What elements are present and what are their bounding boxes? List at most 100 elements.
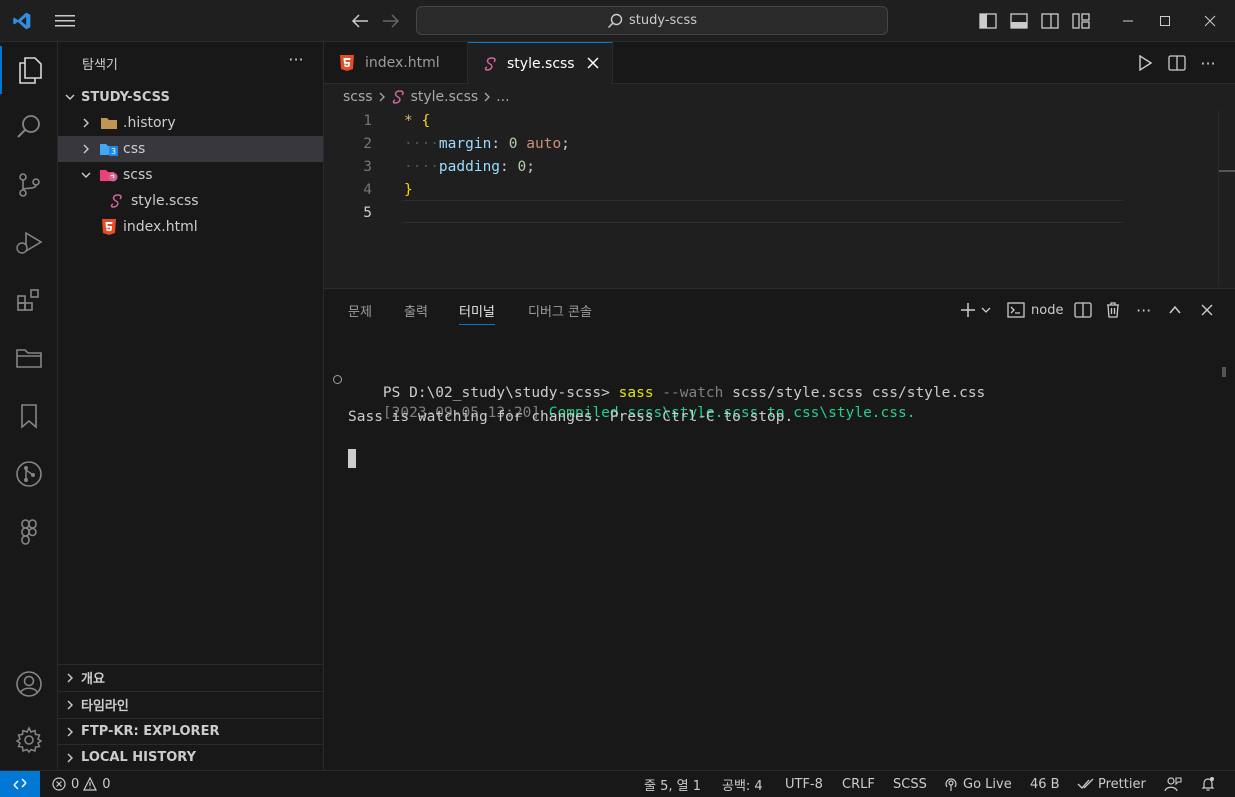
tree-item-css[interactable]: 3 css [58, 136, 323, 162]
tree-item-history[interactable]: .history [58, 110, 323, 136]
line-number: 1 [363, 112, 372, 129]
trash-icon[interactable] [1105, 298, 1121, 322]
command-decoration-icon[interactable] [333, 375, 342, 384]
activity-bar [0, 42, 58, 770]
whitespace-marker: ···· [404, 135, 439, 152]
problems-indicator[interactable]: 0 0 [52, 771, 111, 797]
maximize-panel-icon[interactable] [1168, 298, 1182, 322]
toggle-sidebar-icon[interactable] [976, 0, 1000, 42]
plus-icon [961, 303, 975, 317]
panel-more-icon[interactable]: ··· [1136, 298, 1151, 322]
whitespace-marker: ···· [404, 158, 439, 175]
terminal-selector[interactable]: node [1007, 298, 1063, 322]
title-bar: study-scss [0, 0, 1235, 42]
notifications-bell-icon[interactable] [1200, 771, 1216, 797]
line-ending[interactable]: CRLF [842, 771, 875, 797]
token-number: 0 [517, 158, 527, 175]
tab-label: index.html [365, 55, 440, 71]
figma-icon[interactable] [0, 508, 58, 556]
section-timeline[interactable]: 타임라인 [58, 691, 323, 717]
account-icon[interactable] [0, 660, 58, 708]
new-terminal-button[interactable] [960, 298, 992, 322]
file-size: 46 B [1030, 776, 1060, 792]
menu-icon[interactable] [50, 0, 80, 42]
bookmark-icon[interactable] [0, 392, 58, 440]
section-local-history[interactable]: LOCAL HISTORY [58, 744, 323, 770]
toggle-secondary-sidebar-icon[interactable] [1038, 0, 1062, 42]
panel-tab-output[interactable]: 출력 [404, 301, 428, 325]
editor-scrollbar[interactable] [1218, 110, 1235, 286]
token-colon: : [500, 158, 509, 175]
breadcrumb-more[interactable]: ... [496, 89, 509, 105]
code-editor[interactable]: 1 * { 2 ····margin: 0 auto; 3 ····paddin… [324, 108, 1235, 288]
chevron-right-icon [62, 724, 78, 740]
tab-index-html[interactable]: index.html [324, 42, 468, 84]
source-control-icon[interactable] [0, 161, 58, 209]
tree-item-label: style.scss [131, 193, 199, 209]
prettier-status[interactable]: Prettier [1077, 771, 1146, 797]
terminal-scrollbar[interactable] [1222, 367, 1226, 377]
tree-item-style-scss[interactable]: style.scss [58, 188, 323, 214]
settings-gear-icon[interactable] [0, 716, 58, 764]
prettier-label: Prettier [1098, 776, 1146, 792]
language-mode[interactable]: SCSS [893, 771, 927, 797]
indentation[interactable]: 공백: 4 [722, 771, 763, 797]
close-tab-icon[interactable] [586, 56, 600, 74]
minimize-button[interactable] [1105, 0, 1151, 42]
panel-tab-terminal[interactable]: 터미널 [459, 301, 495, 325]
run-icon[interactable] [1134, 42, 1156, 84]
forward-arrow-icon[interactable] [379, 0, 403, 42]
command-center-search[interactable]: study-scss [416, 6, 888, 35]
section-ftp-explorer[interactable]: FTP-KR: EXPLORER [58, 718, 323, 744]
editor-tab-bar: index.html style.scss ··· [324, 42, 1235, 84]
explorer-icon[interactable] [0, 46, 58, 94]
split-editor-icon[interactable] [1166, 42, 1188, 84]
maximize-button[interactable] [1151, 0, 1179, 42]
more-actions-icon[interactable]: ··· [1197, 42, 1219, 84]
go-live-label: Go Live [963, 776, 1012, 792]
css-folder-icon: 3 [100, 141, 118, 157]
terminal-line-watching: Sass is watching for changes. Press Ctrl… [348, 409, 794, 425]
status-bar: 0 0 줄 5, 열 1 공백: 4 UTF-8 CRLF SCSS Go Li… [0, 770, 1235, 797]
breadcrumb-file[interactable]: style.scss [411, 89, 479, 105]
split-terminal-icon[interactable] [1074, 298, 1092, 322]
tab-style-scss[interactable]: style.scss [468, 42, 613, 84]
tree-item-index-html[interactable]: index.html [58, 214, 323, 240]
git-graph-icon[interactable] [0, 450, 58, 498]
customize-layout-icon[interactable] [1069, 0, 1093, 42]
tree-item-scss[interactable]: scss [58, 162, 323, 188]
sidebar-more-actions[interactable]: ··· [286, 50, 306, 70]
warning-count: 0 [102, 776, 111, 792]
token-brace: { [421, 112, 431, 129]
remote-indicator[interactable] [0, 771, 40, 797]
token-property: padding [438, 158, 501, 175]
cursor-position[interactable]: 줄 5, 열 1 [644, 771, 701, 797]
token-colon: : [491, 135, 501, 152]
section-label: 타임라인 [81, 699, 129, 714]
breadcrumb-folder[interactable]: scss [343, 89, 373, 105]
close-window-button[interactable] [1195, 0, 1225, 42]
close-panel-icon[interactable] [1200, 298, 1214, 322]
chevron-down-icon [62, 89, 78, 105]
terminal-name: node [1031, 302, 1064, 318]
back-arrow-icon[interactable] [348, 0, 372, 42]
sass-file-icon [482, 56, 500, 72]
encoding[interactable]: UTF-8 [785, 771, 823, 797]
workspace-root[interactable]: STUDY-SCSS [58, 84, 323, 110]
go-live-button[interactable]: Go Live [943, 771, 1012, 797]
panel-tab-debug-console[interactable]: 디버그 콘솔 [528, 301, 592, 325]
token-semicolon: ; [561, 135, 570, 152]
extensions-icon[interactable] [0, 276, 58, 324]
search-icon[interactable] [0, 103, 58, 151]
section-outline[interactable]: 개요 [58, 664, 323, 690]
folder-icon[interactable] [0, 334, 58, 382]
run-debug-icon[interactable] [0, 218, 58, 266]
error-count: 0 [71, 776, 80, 792]
feedback-icon[interactable] [1164, 771, 1182, 797]
sass-folder-icon [100, 167, 118, 183]
search-icon [607, 13, 623, 28]
terminal-cursor [348, 449, 356, 468]
toggle-panel-icon[interactable] [1007, 0, 1031, 42]
html-file-icon [338, 55, 356, 71]
panel-tab-problems[interactable]: 문제 [348, 301, 372, 325]
